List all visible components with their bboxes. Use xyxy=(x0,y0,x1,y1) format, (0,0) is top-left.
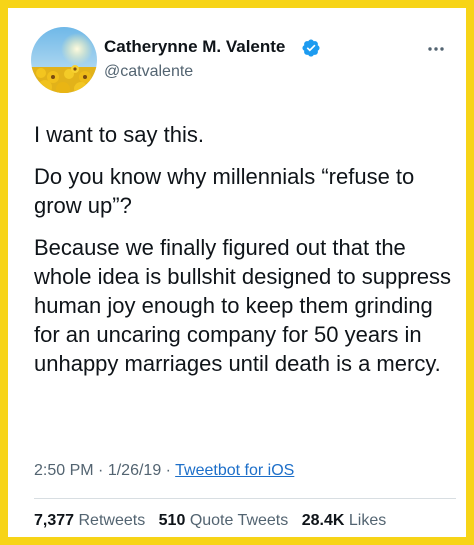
more-options-icon[interactable] xyxy=(425,38,447,60)
meta-separator: · xyxy=(98,462,104,479)
sunflower-avatar-image xyxy=(31,27,97,93)
author-handle[interactable]: @catvalente xyxy=(104,63,193,81)
tweet-time[interactable]: 2:50 PM xyxy=(34,462,94,479)
likes-stat[interactable]: 28.4K Likes xyxy=(302,512,387,529)
tweet-paragraph: I want to say this. xyxy=(34,122,204,147)
tweet-meta: 2:50 PM · 1/26/19 · Tweetbot for iOS xyxy=(34,462,294,480)
tweet-source-link[interactable]: Tweetbot for iOS xyxy=(175,462,294,479)
tweet-card: Catherynne M. Valente @catvalente I want… xyxy=(8,8,466,537)
retweets-stat[interactable]: 7,377 Retweets xyxy=(34,512,145,529)
avatar[interactable] xyxy=(31,27,97,93)
tweet-stats: 7,377 Retweets 510 Quote Tweets 28.4K Li… xyxy=(34,512,395,530)
tweet-paragraph: Because we finally figured out that the … xyxy=(34,235,452,376)
quote-tweets-stat[interactable]: 510 Quote Tweets xyxy=(159,512,289,529)
retweets-count: 7,377 xyxy=(34,512,75,529)
tweet-text: I want to say this. Do you know why mill… xyxy=(34,120,454,391)
tweet-date[interactable]: 1/26/19 xyxy=(108,462,161,479)
divider xyxy=(34,498,456,499)
likes-label: Likes xyxy=(348,512,387,529)
retweets-label: Retweets xyxy=(78,512,146,529)
likes-count: 28.4K xyxy=(301,512,345,529)
meta-separator: · xyxy=(165,462,171,479)
verified-badge-icon xyxy=(302,39,320,57)
quote-tweets-label: Quote Tweets xyxy=(189,512,289,529)
quote-tweets-count: 510 xyxy=(158,512,186,529)
tweet-paragraph: Do you know why millennials “refuse to g… xyxy=(34,164,415,218)
author-name[interactable]: Catherynne M. Valente xyxy=(104,37,285,57)
